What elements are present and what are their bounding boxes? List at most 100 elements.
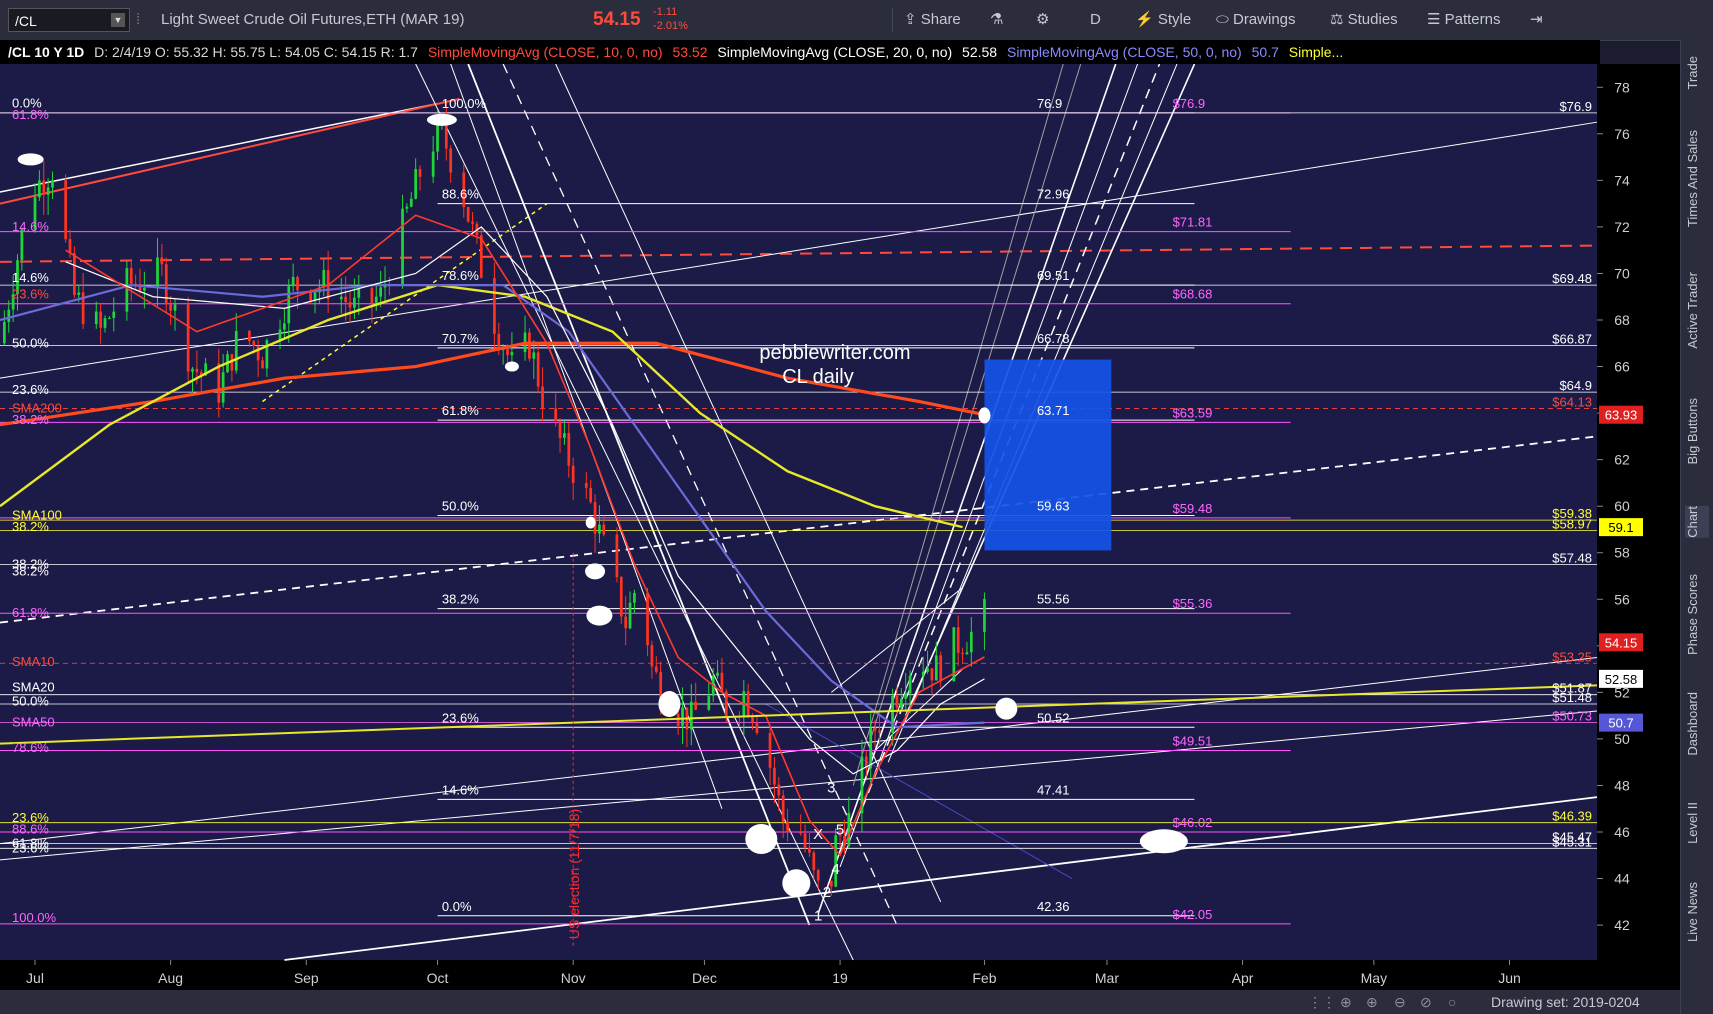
wave-label: 1 [814,907,822,924]
left-level-label: 23.6% [12,840,49,855]
studies-button[interactable]: ⚖ Studies [1330,0,1398,40]
style-icon: ⚡ [1135,11,1158,28]
rail-item-phase-scores[interactable]: Phase Scores [1685,574,1709,655]
candle-body [471,221,474,224]
left-level-label: 14.6% [12,270,49,285]
sma20-legend[interactable]: SimpleMovingAvg (CLOSE, 20, 0, no) [717,44,952,60]
candle-body [217,363,221,403]
zoom-out-icon[interactable]: ⊖ [1394,990,1406,1014]
left-level-label: 23.6% [12,382,49,397]
share-label: Share [920,11,961,28]
candle-body [348,302,352,308]
candle-body [409,198,413,207]
zoom-in-icon[interactable]: ⊕ [1340,990,1352,1014]
fib-value-label: 42.36 [1037,899,1070,914]
candle-body [720,672,724,692]
gear-icon[interactable]: ⚙ [1036,0,1049,40]
y-tick-label: 42 [1614,917,1630,933]
magenta-value-label: $71.81 [1173,215,1213,230]
rail-item-level-ii[interactable]: Level II [1685,802,1709,844]
candle-body [528,332,531,359]
candle-body [370,288,374,303]
candle-body [567,433,571,466]
candle-body [99,311,102,328]
candle-body [746,691,750,717]
candle-body [554,408,558,421]
style-label: Style [1157,11,1192,28]
fib-pct-label: 50.0% [442,498,479,513]
candle-body [418,169,422,177]
candle-body [339,296,343,300]
toolbar-divider [892,8,893,32]
studies-icon: ⚖ [1330,11,1348,28]
collapse-icon[interactable]: ⇥ [1530,0,1543,40]
magnify-icon[interactable]: ⊘ [1420,990,1432,1014]
candle-body [873,727,877,731]
rail-item-chart[interactable]: Chart [1685,506,1709,538]
symbol-description: Light Sweet Crude Oil Futures,ETH (MAR 1… [161,11,465,28]
sma50-legend[interactable]: SimpleMovingAvg (CLOSE, 50, 0, no) [1007,44,1242,60]
reset-zoom-icon[interactable]: ○ [1448,990,1456,1014]
candle-body [322,269,326,288]
left-level-label: SMA50 [12,715,55,730]
candle-body [598,524,601,534]
rail-item-big-buttons[interactable]: Big Buttons [1685,398,1709,465]
candle-body [541,386,544,409]
share-icon: ⇪ [904,11,921,28]
marker-oval [586,605,613,626]
fib-pct-label: 78.6% [442,268,479,283]
level-price-label: $76.9 [1559,99,1592,114]
candle-body [891,695,894,733]
fib-pct-label: 23.6% [442,710,479,725]
candle-body [449,148,453,173]
sma10-legend[interactable]: SimpleMovingAvg (CLOSE, 10, 0, no) [428,44,663,60]
rail-item-active-trader[interactable]: Active Trader [1685,272,1709,349]
sma50-value: 50.7 [1251,44,1279,60]
candle-body [965,652,969,655]
rail-item-live-news[interactable]: Live News [1685,882,1709,942]
price-badge-text: 52.58 [1605,672,1638,687]
rail-item-dashboard[interactable]: Dashboard [1685,692,1709,756]
timeframe-button[interactable]: D [1090,0,1101,40]
more-studies[interactable]: Simple... [1289,44,1343,60]
crosshair-icon[interactable]: ⊕ [1366,990,1378,1014]
rail-item-times-and-sales[interactable]: Times And Sales [1685,130,1709,227]
candle-body [38,180,41,198]
chevron-down-icon[interactable]: ▼ [111,13,125,27]
style-button[interactable]: ⚡ Style [1135,0,1191,40]
flask-icon[interactable]: ⚗ [990,0,1003,40]
fib-value-label: 69.51 [1037,268,1070,283]
candle-body [558,420,562,438]
candle-body [681,707,684,726]
y-tick-label: 68 [1614,312,1630,328]
candle-body [160,257,164,265]
fib-pct-label: 70.7% [442,331,479,346]
left-level-label: 50.0% [12,694,49,709]
price-chart[interactable]: 100.0% 76.9 88.6% 72.96 78.6% 69.51 70.7% 66.78… [0,64,1680,990]
scrollbar-handle[interactable]: ⋮⋮ [1308,990,1336,1014]
grip-icon[interactable]: ⁞ [136,0,140,40]
candle-body [510,352,514,356]
left-level-label: 38.2% [12,412,49,427]
x-tick-label: Dec [692,970,717,986]
rail-item-trade[interactable]: Trade [1685,56,1709,89]
candle-body [493,277,496,334]
level-price-label: $46.39 [1552,809,1592,824]
candle-body [619,577,623,617]
ohlc-readout: D: 2/4/19 O: 55.32 H: 55.75 L: 54.05 C: … [94,44,418,60]
fib-value-label: 66.78 [1037,331,1070,346]
share-button[interactable]: ⇪ Share [904,0,961,40]
drawings-button[interactable]: ⬭ Drawings [1216,0,1296,40]
patterns-button[interactable]: ☰ Patterns [1427,0,1501,40]
candle-body [357,288,361,298]
drawings-icon: ⬭ [1216,11,1233,28]
x-tick-label: Aug [158,970,183,986]
candle-body [563,433,566,438]
marker-oval [585,516,596,529]
candle-body [808,847,811,853]
x-tick-label: May [1361,970,1387,986]
patterns-icon: ☰ [1427,11,1445,28]
y-tick-label: 56 [1614,591,1630,607]
symbol-input[interactable]: /CL ▼ [8,8,130,32]
plot-background [0,64,1597,960]
